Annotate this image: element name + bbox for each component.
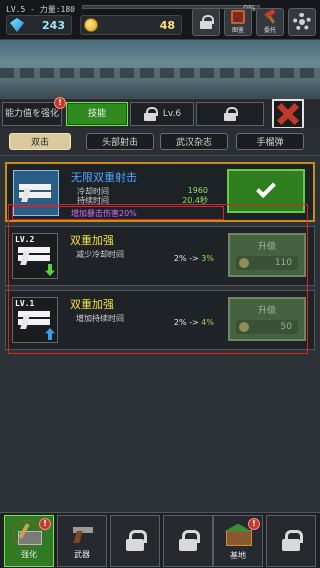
top-hud: LV.5 - 力量:180 0% 243 48 图鉴 委托 — [0, 0, 320, 40]
coin-value: 48 — [159, 18, 175, 32]
hammer-icon — [263, 10, 277, 24]
stat-value-cooldown: 1960 — [187, 186, 208, 195]
gear-icon — [293, 13, 311, 31]
skill-name: 无限双重射击 — [71, 171, 137, 184]
nav-base-label: 基地 — [230, 550, 246, 560]
skill-list: 无限双重射击 冷却时间 持续时间 1960 20.4秒 增加暴击伤害20% LV… — [0, 156, 320, 512]
alert-badge: ! — [54, 97, 66, 109]
nav-locked-3[interactable] — [266, 515, 316, 567]
main-tabs: 能力值を强化 ! 技能 Lv.6 — [0, 97, 320, 129]
lock-icon — [178, 530, 200, 552]
tab-lv6-label: Lv.6 — [162, 109, 182, 119]
close-button[interactable] — [272, 99, 304, 129]
pistol-icon — [69, 523, 95, 545]
nav-weapon-label: 武器 — [74, 549, 90, 559]
book-label: 图鉴 — [231, 27, 244, 34]
lock-icon — [199, 15, 214, 29]
book-icon — [231, 10, 245, 24]
tab-skill[interactable]: 技能 — [66, 102, 128, 126]
nav-upgrade[interactable]: 强化 ! — [4, 515, 54, 567]
double-gun-icon — [19, 182, 53, 204]
gem-value: 243 — [42, 18, 65, 32]
alert-badge: ! — [39, 518, 51, 530]
training-icon — [16, 523, 42, 545]
background-scene — [0, 40, 320, 98]
locked-feature-button[interactable] — [192, 8, 220, 36]
subtab-head-shot[interactable]: 头部射击 — [86, 133, 154, 150]
nav-locked-1[interactable] — [110, 515, 160, 567]
bottom-nav: 强化 ! 武器 基地 ! — [0, 512, 320, 568]
coin-icon — [84, 18, 98, 32]
subtab-magazine[interactable]: 武汉杂志 — [160, 133, 228, 150]
coin-counter: 48 — [80, 15, 182, 35]
nav-weapon[interactable]: 武器 — [57, 515, 107, 567]
nav-upgrade-label: 强化 — [21, 549, 37, 559]
commission-label: 委托 — [263, 27, 276, 34]
settings-button[interactable] — [288, 8, 316, 36]
nav-base[interactable]: 基地 ! — [213, 515, 263, 567]
tab-ability-label: 能力值を强化 — [4, 109, 59, 119]
tab-locked-lv6[interactable]: Lv.6 — [130, 102, 194, 126]
tab-ability-upgrade[interactable]: 能力值を强化 ! — [2, 97, 66, 126]
lock-icon — [125, 530, 147, 552]
subtab-double-shot[interactable]: 双击 — [9, 133, 71, 150]
alert-badge: ! — [248, 518, 260, 530]
check-icon — [256, 178, 276, 199]
gem-counter: 243 — [6, 15, 72, 35]
lock-icon — [281, 530, 303, 552]
close-icon — [277, 103, 299, 125]
book-button[interactable]: 图鉴 — [224, 8, 252, 36]
lock-icon — [143, 107, 158, 121]
highlight-box-inner — [12, 206, 224, 220]
tab-skill-label: 技能 — [87, 109, 106, 119]
gem-icon — [10, 18, 24, 32]
subtab-grenade[interactable]: 手榴弹 — [236, 133, 304, 150]
highlight-box — [8, 204, 308, 354]
lock-icon — [223, 107, 238, 121]
skill-sub-tabs: 双击 头部射击 武汉杂志 手榴弹 — [0, 128, 320, 156]
player-level-text: LV.5 - 力量:180 — [6, 5, 75, 14]
commission-button[interactable]: 委托 — [256, 8, 284, 36]
nav-locked-2[interactable] — [163, 515, 213, 567]
tab-locked[interactable] — [196, 102, 264, 126]
